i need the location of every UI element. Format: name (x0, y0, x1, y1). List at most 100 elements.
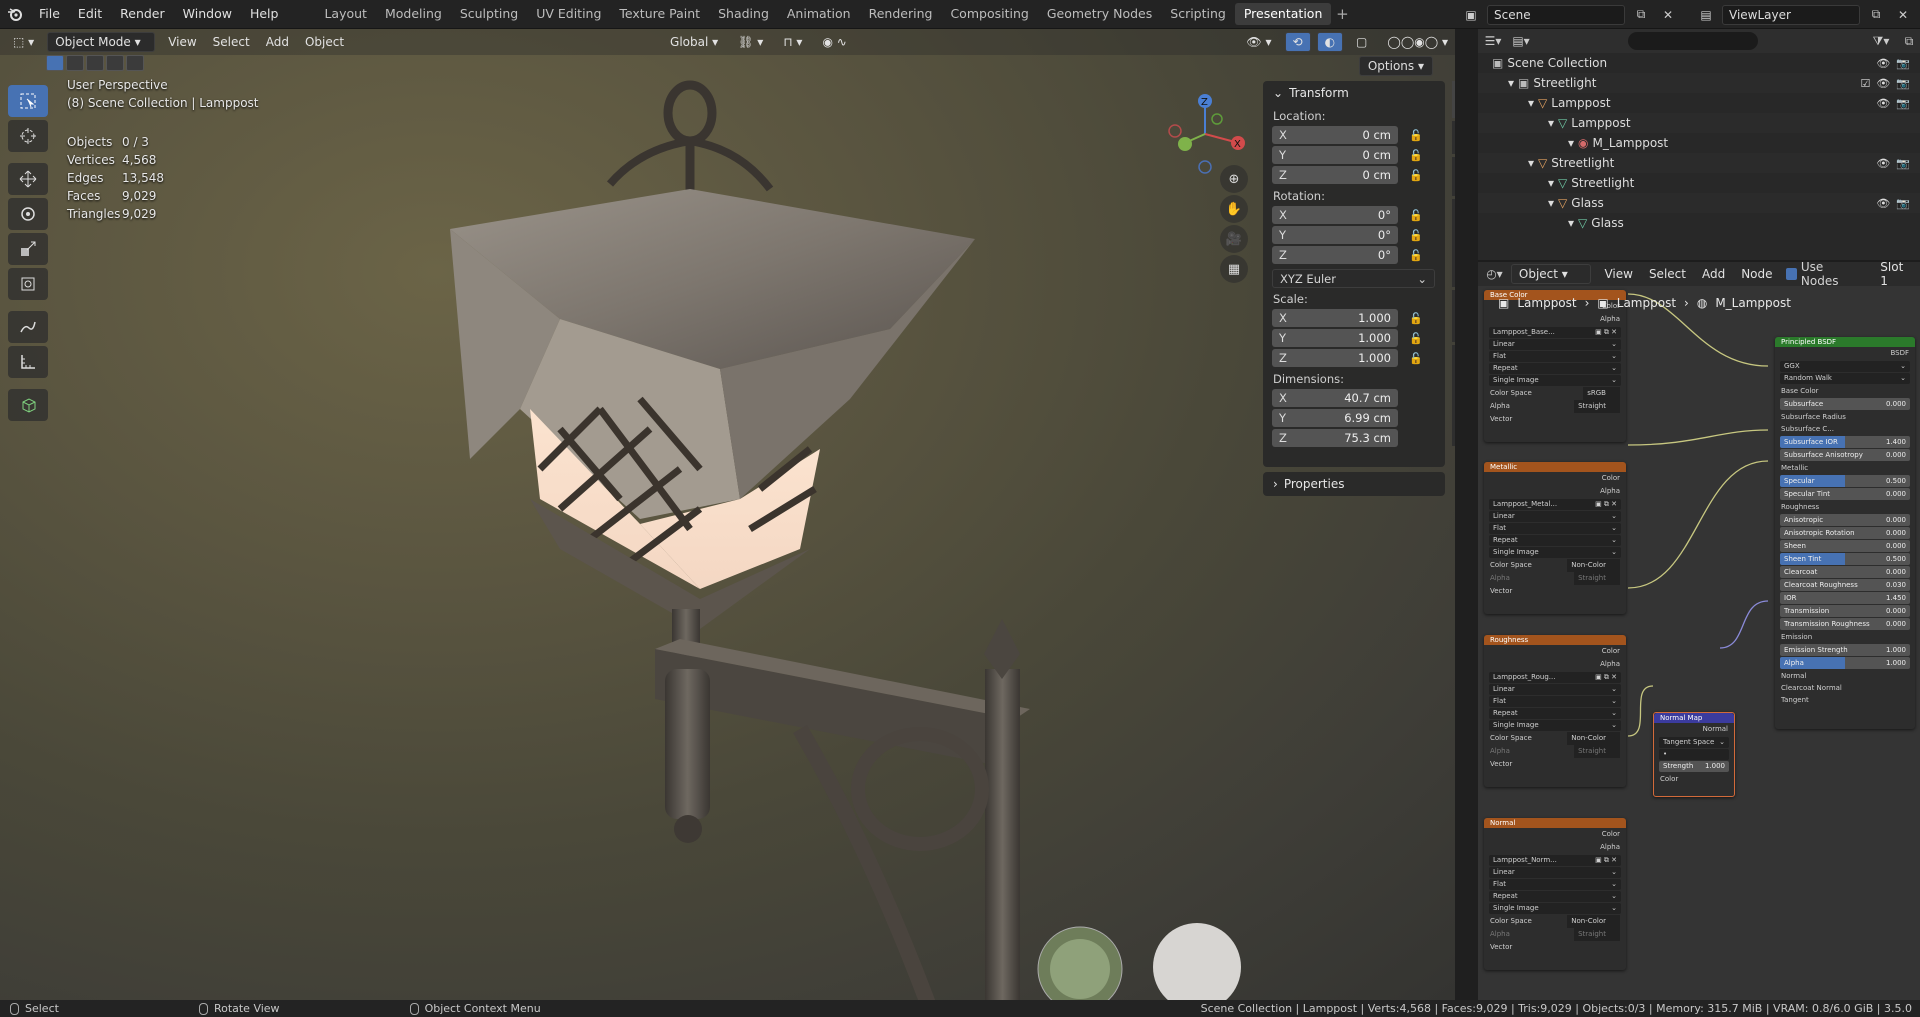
disclosure-triangle-icon[interactable]: ▾ (1568, 216, 1574, 230)
linear-dropdown[interactable]: Linear ⌄ (1489, 867, 1621, 878)
repeat-dropdown[interactable]: Repeat ⌄ (1489, 891, 1621, 902)
color-space-row[interactable]: Color Space Non-Color (1484, 915, 1626, 928)
eye-icon[interactable]: 👁 (1876, 97, 1890, 110)
select-invert-icon[interactable] (106, 55, 124, 71)
viewport-menu-select[interactable]: Select (206, 32, 257, 52)
viewport-menu-add[interactable]: Add (259, 32, 296, 52)
select-extend-icon[interactable] (66, 55, 84, 71)
tab-animation[interactable]: Animation (778, 3, 860, 25)
image-selector[interactable]: Lamppost_Metal... ▣ ⧉ ✕ (1489, 499, 1621, 510)
bsdf-input-transmission-roughness[interactable]: Transmission Roughness 0.000 (1780, 618, 1910, 630)
color-space-row[interactable]: Color Space Non-Color (1484, 732, 1626, 745)
area-divider[interactable] (1455, 29, 1478, 1000)
scale-x-field[interactable]: X 1.000 (1272, 309, 1398, 327)
image-selector[interactable]: Lamppost_Base... ▣ ⧉ ✕ (1489, 327, 1621, 338)
lock-icon[interactable]: 🔓 (1406, 149, 1426, 162)
lock-icon[interactable]: 🔓 (1406, 209, 1426, 222)
use-nodes-checkbox[interactable]: Use Nodes (1785, 262, 1862, 288)
eye-icon[interactable]: 👁 (1876, 57, 1890, 70)
menu-render[interactable]: Render (111, 3, 174, 25)
grid-ortho-icon[interactable]: ▦ (1220, 255, 1248, 283)
linear-dropdown[interactable]: Linear ⌄ (1489, 339, 1621, 350)
options-dropdown[interactable]: Options ▾ (1358, 56, 1433, 76)
eye-icon[interactable]: 👁 (1876, 77, 1890, 90)
lock-icon[interactable]: 🔓 (1406, 332, 1426, 345)
camera-icon[interactable]: 🎥 (1220, 225, 1248, 253)
select-subtract-icon[interactable] (86, 55, 104, 71)
tab-rendering[interactable]: Rendering (860, 3, 942, 25)
bsdf-input-specular-tint[interactable]: Specular Tint 0.000 (1780, 488, 1910, 500)
single-dropdown[interactable]: Single Image ⌄ (1489, 547, 1621, 558)
add-view-layer-icon[interactable]: ⧉ (1865, 5, 1887, 25)
rotation-z-field[interactable]: Z 0° (1272, 246, 1398, 264)
lock-icon[interactable]: 🔓 (1406, 352, 1426, 365)
bsdf-input-clearcoat-roughness[interactable]: Clearcoat Roughness 0.030 (1780, 579, 1910, 591)
menu-file[interactable]: File (30, 3, 69, 25)
outliner-editor-icon[interactable]: ☰▾ (1482, 31, 1504, 51)
bsdf-input-subsurface-ior[interactable]: Subsurface IOR 1.400 (1780, 436, 1910, 448)
bsdf-input-sheen-tint[interactable]: Sheen Tint 0.500 (1780, 553, 1910, 565)
visibility-icon[interactable]: 👁 ▾ (1239, 32, 1278, 52)
proportional-edit-icon[interactable]: ◉ ∿ (815, 32, 853, 52)
disclosure-triangle-icon[interactable]: ▾ (1548, 196, 1554, 210)
node-menu-node[interactable]: Node (1734, 264, 1779, 284)
alpha-row[interactable]: Alpha Straight (1484, 928, 1626, 941)
blender-logo-icon[interactable] (0, 0, 30, 29)
alpha-row[interactable]: Alpha Straight (1484, 572, 1626, 585)
location-z-field[interactable]: Z 0 cm (1272, 166, 1398, 184)
lock-icon[interactable]: 🔓 (1406, 169, 1426, 182)
rotation-x-field[interactable]: X 0° (1272, 206, 1398, 224)
editor-type-button[interactable]: ⬚ ▾ (6, 32, 41, 52)
bsdf-input-ior[interactable]: IOR 1.450 (1780, 592, 1910, 604)
linear-dropdown[interactable]: Linear ⌄ (1489, 684, 1621, 695)
shader-node-editor[interactable]: ◴▾ Object ▾ View Select Add Node Use Nodes … (1478, 262, 1920, 1000)
lock-icon[interactable]: 🔓 (1406, 312, 1426, 325)
outliner-row[interactable]: ▾ ▽ Glass 👁 📷 (1478, 193, 1920, 213)
breadcrumb-item[interactable]: Lamppost (1617, 296, 1676, 310)
node-menu-view[interactable]: View (1597, 264, 1639, 284)
tab-presentation[interactable]: Presentation (1234, 3, 1332, 25)
single-dropdown[interactable]: Single Image ⌄ (1489, 375, 1621, 386)
image-selector[interactable]: Lamppost_Norm... ▣ ⧉ ✕ (1489, 855, 1621, 866)
single-dropdown[interactable]: Single Image ⌄ (1489, 903, 1621, 914)
rotate-tool-icon[interactable] (8, 198, 48, 230)
remove-view-layer-icon[interactable]: ✕ (1892, 5, 1914, 25)
repeat-dropdown[interactable]: Repeat ⌄ (1489, 708, 1621, 719)
image-actions-icon[interactable]: ▣ ⧉ ✕ (1595, 327, 1617, 338)
remove-scene-icon[interactable]: ✕ (1657, 5, 1679, 25)
3d-viewport[interactable]: ⬚ ▾ Object Mode ▾ View Select Add Object Gl… (0, 29, 1455, 1000)
menu-help[interactable]: Help (241, 3, 288, 25)
select-box-tool-icon[interactable] (8, 85, 48, 117)
color-space-row[interactable]: Color Space sRGB (1484, 387, 1626, 400)
bsdf-input-clearcoat[interactable]: Clearcoat 0.000 (1780, 566, 1910, 578)
view-layer-field[interactable]: ViewLayer (1722, 4, 1860, 25)
select-intersect-icon[interactable] (126, 55, 144, 71)
xray-icon[interactable]: ▢ (1349, 32, 1374, 52)
tab-modeling[interactable]: Modeling (376, 3, 451, 25)
mode-dropdown[interactable]: Object Mode ▾ (47, 32, 156, 52)
filter-icon[interactable]: ⧩▾ (1870, 31, 1892, 51)
outliner-row[interactable]: ▾ ▽ Streetlight (1478, 173, 1920, 193)
disclosure-triangle-icon[interactable]: ▾ (1548, 176, 1554, 190)
bsdf-input-specular[interactable]: Specular 0.500 (1780, 475, 1910, 487)
camera-render-icon[interactable]: 📷 (1896, 97, 1910, 110)
camera-render-icon[interactable]: 📷 (1896, 197, 1910, 210)
bsdf-input-anisotropic[interactable]: Anisotropic 0.000 (1780, 514, 1910, 526)
transform-panel-header[interactable]: ⌄ Transform (1263, 81, 1445, 105)
overlay-toggle-icon[interactable]: ◐ (1316, 32, 1344, 52)
select-new-icon[interactable] (46, 55, 64, 71)
image-actions-icon[interactable]: ▣ ⧉ ✕ (1595, 855, 1617, 866)
node-menu-add[interactable]: Add (1695, 264, 1732, 284)
principled-bsdf-node[interactable]: Principled BSDF BSDF GGX ⌄ Random Walk ⌄ B… (1775, 337, 1915, 729)
disclosure-triangle-icon[interactable]: ▾ (1528, 96, 1534, 110)
dimensions-y-field[interactable]: Y 6.99 cm (1272, 409, 1398, 427)
measure-tool-icon[interactable] (8, 346, 48, 378)
image-actions-icon[interactable]: ▣ ⧉ ✕ (1595, 672, 1617, 683)
node-menu-select[interactable]: Select (1642, 264, 1693, 284)
outliner-row[interactable]: ▾ ◉ M_Lamppost (1478, 133, 1920, 153)
add-cube-tool-icon[interactable] (8, 389, 48, 421)
disclosure-triangle-icon[interactable]: ▾ (1568, 136, 1574, 150)
outliner-row[interactable]: ▾ ▽ Lamppost (1478, 113, 1920, 133)
snap-icon[interactable]: ⊓ ▾ (776, 32, 809, 52)
repeat-dropdown[interactable]: Repeat ⌄ (1489, 363, 1621, 374)
